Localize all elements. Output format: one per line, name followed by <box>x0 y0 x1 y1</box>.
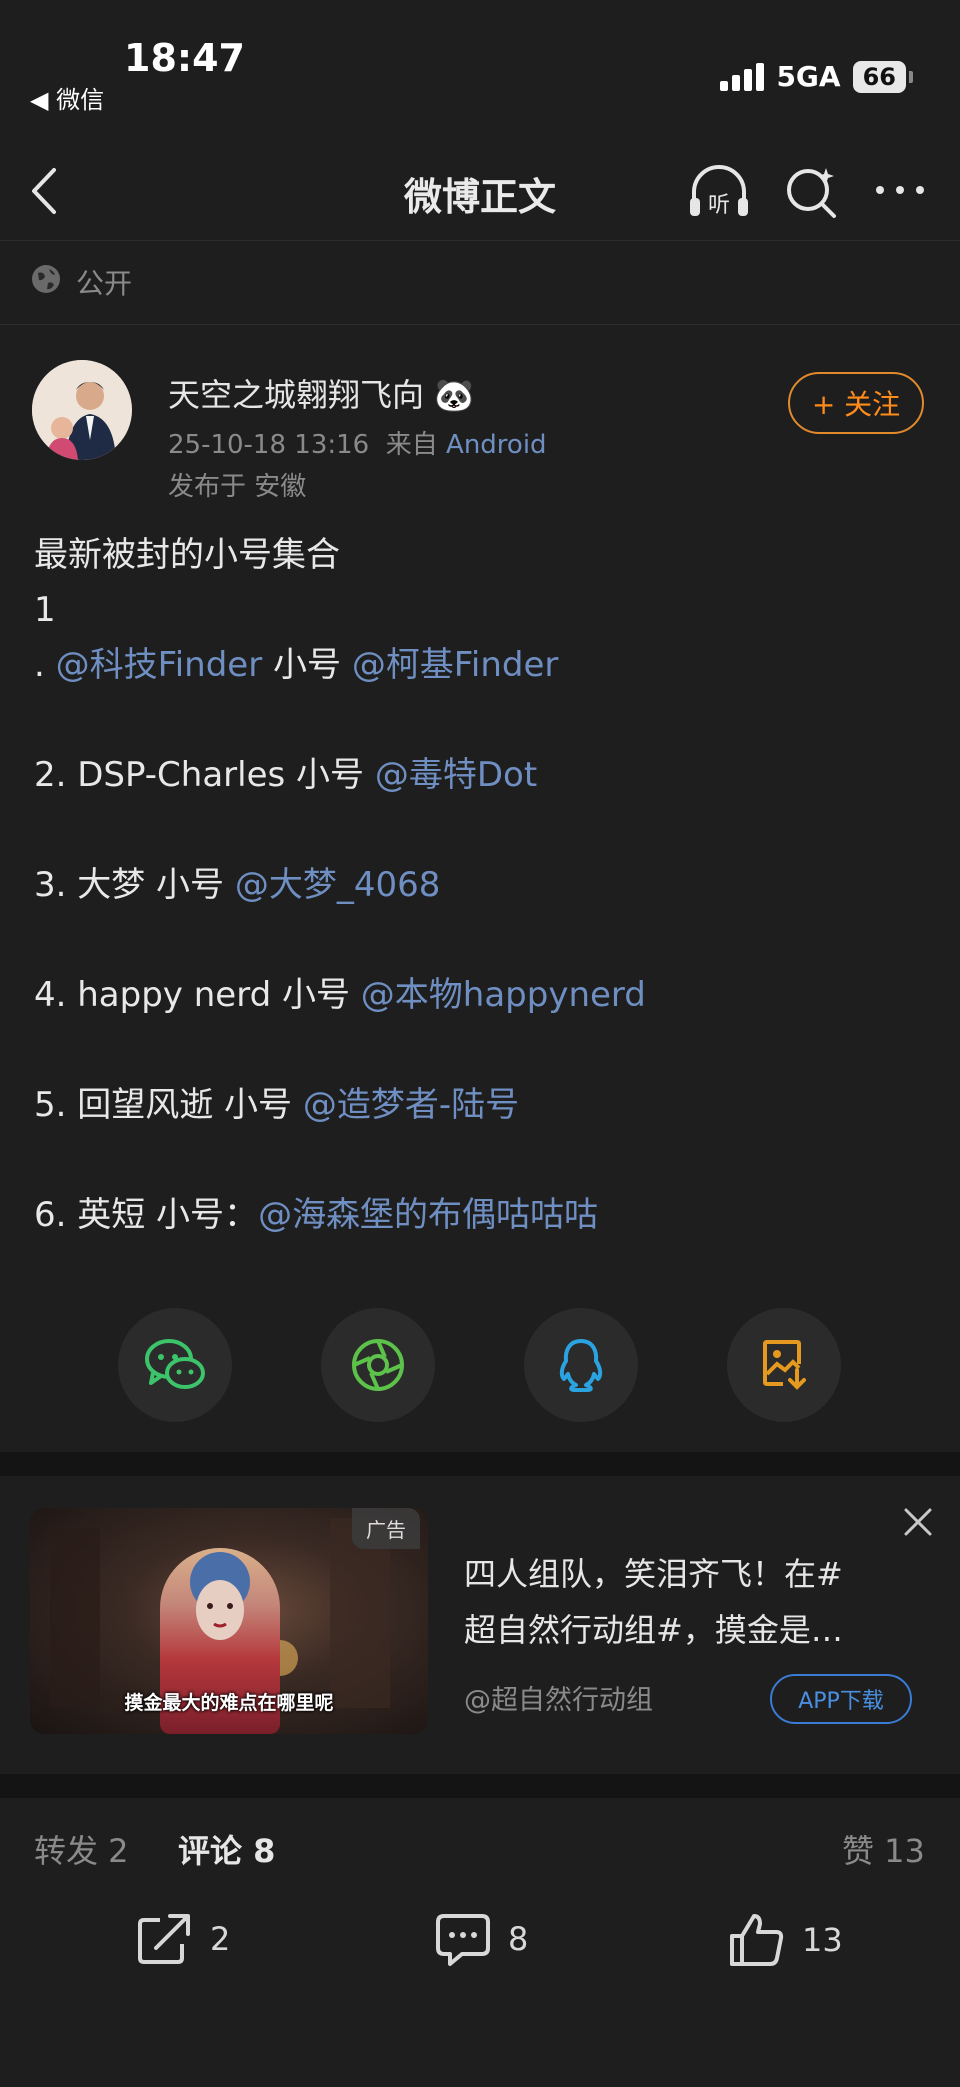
save-image-button[interactable] <box>727 1308 841 1422</box>
item-prefix: 3. 大梦 小号 <box>34 865 235 905</box>
author-name[interactable]: 天空之城翱翔飞向 <box>168 376 424 414</box>
panda-emoji: 🐼 <box>434 376 475 414</box>
back-to-wechat[interactable]: ◀ 微信 <box>30 80 104 115</box>
ad-image[interactable]: 摸金最大的难点在哪里呢 广告 <box>30 1508 428 1734</box>
item-prefix: 6. 英短 小号： <box>34 1195 259 1235</box>
post-item: 6. 英短 小号：@海森堡的布偶咕咕咕 <box>34 1188 934 1243</box>
comment-icon <box>436 1914 490 1966</box>
close-icon[interactable] <box>898 1502 938 1542</box>
share-wechat-button[interactable] <box>118 1308 232 1422</box>
post-date: 25-10-18 13:16 <box>168 430 370 460</box>
app-download-button[interactable]: APP下载 <box>770 1674 912 1724</box>
network-type: 5GA <box>776 60 841 93</box>
post-location: 发布于 安徽 <box>168 472 307 502</box>
item-prefix: 2. DSP-Charles 小号 <box>34 755 375 795</box>
post-title: 最新被封的小号集合 <box>34 535 340 575</box>
status-indicators: 5GA 66 <box>720 60 914 93</box>
tab-comments[interactable]: 评论 8 <box>178 1826 275 1872</box>
like-button[interactable]: 13 <box>726 1910 843 1970</box>
post-item: 2. DSP-Charles 小号 @毒特Dot <box>34 748 934 803</box>
repost-icon <box>138 1914 190 1964</box>
post-meta: 25-10-18 13:16 来自 Android <box>168 424 547 461</box>
comment-count: 8 <box>508 1920 529 1958</box>
visibility-label: 公开 <box>76 267 133 300</box>
section-divider <box>0 1452 960 1476</box>
mention-link[interactable]: @造梦者-陆号 <box>303 1085 519 1125</box>
ad-text[interactable]: 四人组队，笑泪齐飞！在# 超自然行动组#，摸金是… <box>464 1546 894 1658</box>
more-icon[interactable] <box>870 170 930 210</box>
post-item: . @科技Finder 小号 @柯基Finder <box>34 638 934 693</box>
moments-icon <box>352 1339 404 1391</box>
repost-button[interactable]: 2 <box>134 1910 230 1968</box>
follow-button[interactable]: + 关注 <box>788 372 924 434</box>
svg-text:听: 听 <box>708 193 730 218</box>
status-time: 18:47 <box>124 36 245 80</box>
visibility-row: 公开 <box>30 262 132 302</box>
post-item-number: 1 <box>34 590 56 630</box>
section-divider <box>0 1774 960 1798</box>
ad-text-line: 四人组队，笑泪齐飞！在# <box>464 1555 843 1593</box>
author-name-row[interactable]: 天空之城翱翔飞向 🐼 <box>168 370 474 416</box>
wechat-icon <box>145 1339 205 1389</box>
post-source[interactable]: Android <box>446 430 547 460</box>
thumbs-up-icon <box>730 1914 784 1966</box>
share-moments-button[interactable] <box>321 1308 435 1422</box>
from-label: 来自 <box>385 430 438 460</box>
share-qq-button[interactable] <box>524 1308 638 1422</box>
post-item: 5. 回望风逝 小号 @造梦者-陆号 <box>34 1078 934 1133</box>
ad-text-line: 超自然行动组#，摸金是… <box>464 1611 843 1649</box>
mention-link[interactable]: @海森堡的布偶咕咕咕 <box>258 1195 598 1235</box>
tab-reposts[interactable]: 转发 2 <box>34 1826 129 1872</box>
repost-count: 2 <box>210 1920 231 1958</box>
item-prefix: 4. happy nerd 小号 <box>34 975 361 1015</box>
ad-caption: 摸金最大的难点在哪里呢 <box>124 1692 334 1714</box>
item-sep: 小号 <box>262 645 352 685</box>
signal-icon <box>720 62 765 91</box>
ad-tag: 广告 <box>352 1508 420 1549</box>
tab-likes[interactable]: 赞 13 <box>842 1826 925 1872</box>
ad-handle[interactable]: @超自然行动组 <box>464 1678 653 1717</box>
post-item: 4. happy nerd 小号 @本物happynerd <box>34 968 934 1023</box>
divider <box>0 324 960 325</box>
save-image-icon <box>763 1340 806 1390</box>
avatar[interactable] <box>32 360 132 460</box>
mention-link[interactable]: @毒特Dot <box>375 755 537 795</box>
comment-button[interactable]: 8 <box>432 1910 528 1968</box>
mention-link[interactable]: @本物happynerd <box>361 975 646 1015</box>
item-prefix: . <box>34 645 45 685</box>
mention-link[interactable]: @科技Finder <box>56 645 263 685</box>
post-item: 3. 大梦 小号 @大梦_4068 <box>34 858 934 913</box>
battery-icon: 66 <box>852 60 914 93</box>
like-count: 13 <box>802 1921 843 1959</box>
globe-icon <box>30 263 62 302</box>
search-icon[interactable] <box>782 162 842 222</box>
qq-icon <box>559 1339 603 1392</box>
listen-icon[interactable]: 听 <box>686 162 752 222</box>
post-content: 最新被封的小号集合 1 . @科技Finder 小号 @柯基Finder 2. … <box>34 528 934 1243</box>
item-prefix: 5. 回望风逝 小号 <box>34 1085 303 1125</box>
nav-bar: 微博正文 听 <box>0 140 960 241</box>
mention-link[interactable]: @大梦_4068 <box>235 865 441 905</box>
mention-link[interactable]: @柯基Finder <box>352 645 559 685</box>
